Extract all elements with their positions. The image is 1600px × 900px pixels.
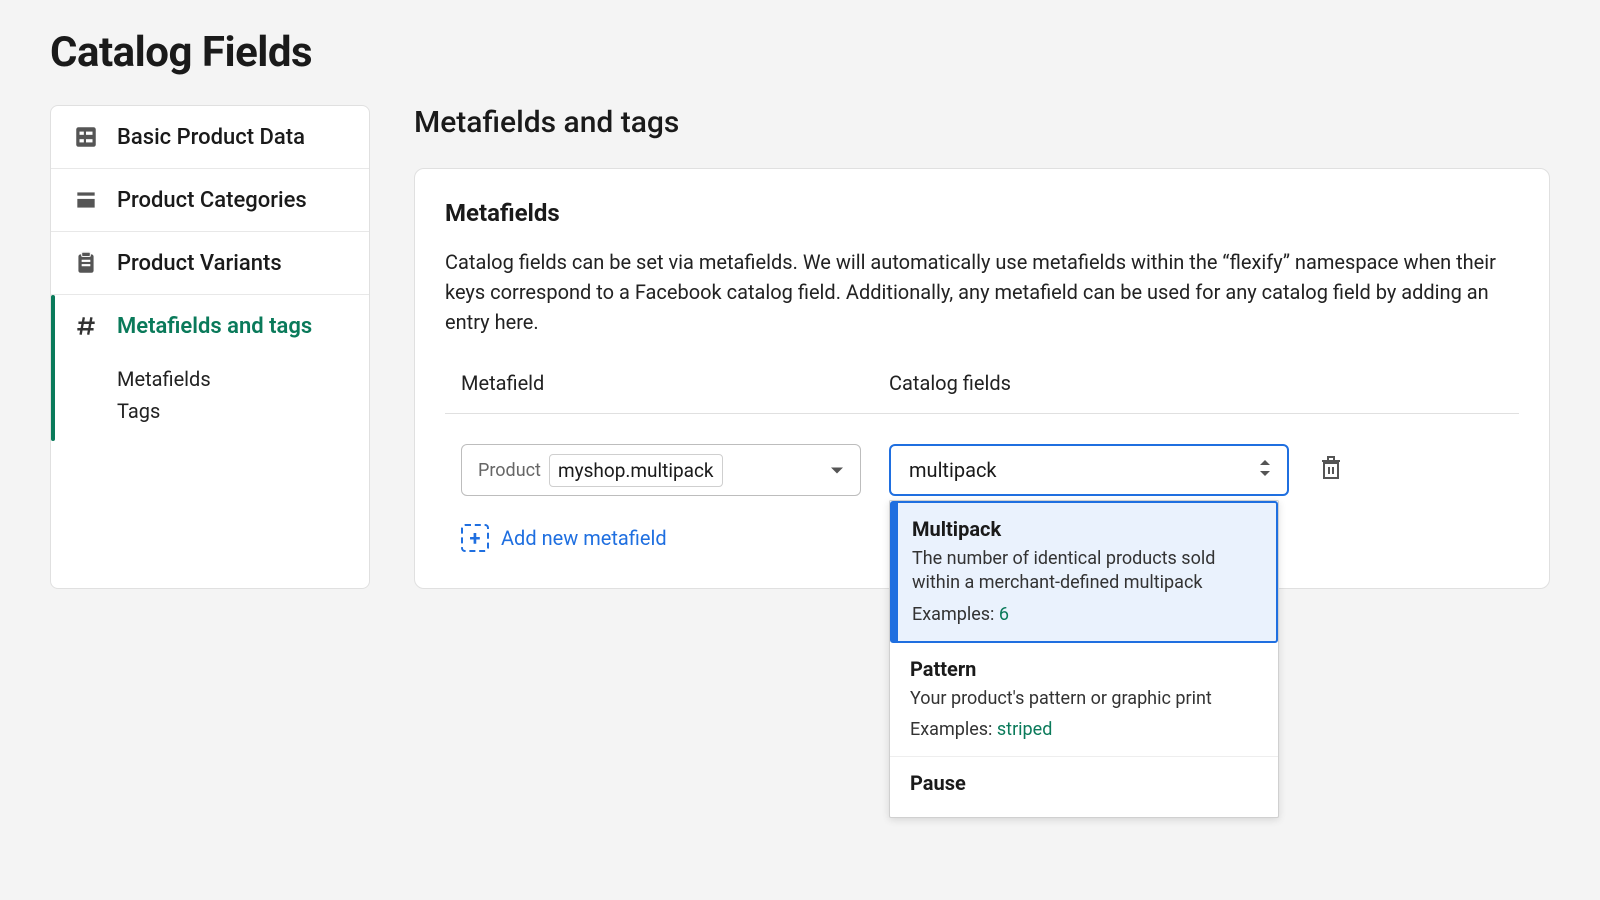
dropdown-item-title: Pattern bbox=[910, 657, 1258, 681]
dropdown-item-pause[interactable]: Pause bbox=[890, 757, 1278, 817]
main-content: Metafields and tags Metafields Catalog f… bbox=[414, 105, 1550, 589]
dropdown-item-title: Pause bbox=[910, 771, 1258, 795]
dropdown-item-title: Multipack bbox=[912, 517, 1256, 541]
metafields-card: Metafields Catalog fields can be set via… bbox=[414, 168, 1550, 589]
dropdown-item-example: Examples: 6 bbox=[912, 604, 1256, 625]
sidebar-item-label: Product Variants bbox=[117, 251, 282, 276]
card-description: Catalog fields can be set via metafields… bbox=[445, 247, 1519, 337]
clipboard-icon bbox=[73, 250, 99, 276]
catalog-field-dropdown: Multipack The number of identical produc… bbox=[889, 500, 1279, 818]
hash-icon bbox=[73, 313, 99, 339]
metafield-select[interactable]: Product myshop.multipack bbox=[461, 444, 861, 496]
card-title: Metafields bbox=[445, 199, 1519, 227]
metafield-key-chip: myshop.multipack bbox=[549, 454, 723, 487]
sidebar-item-basic-product-data[interactable]: Basic Product Data bbox=[51, 106, 369, 169]
table-row: Product myshop.multipack multipack bbox=[445, 414, 1519, 496]
sidebar-item-label: Metafields and tags bbox=[117, 314, 312, 339]
metafield-scope-label: Product bbox=[478, 460, 541, 481]
grid-icon bbox=[73, 124, 99, 150]
sidebar-item-product-categories[interactable]: Product Categories bbox=[51, 169, 369, 232]
column-header-catalog-fields: Catalog fields bbox=[889, 371, 1503, 395]
sidebar-item-label: Product Categories bbox=[117, 188, 307, 213]
sidebar-sublist: Metafields Tags bbox=[73, 367, 211, 423]
section-title: Metafields and tags bbox=[414, 105, 1550, 140]
sidebar-subitem-tags[interactable]: Tags bbox=[117, 399, 211, 423]
sidebar: Basic Product Data Product Categories Pr… bbox=[50, 105, 370, 589]
sidebar-subitem-metafields[interactable]: Metafields bbox=[117, 367, 211, 391]
sidebar-item-label: Basic Product Data bbox=[117, 125, 305, 150]
caret-down-icon bbox=[830, 461, 844, 480]
sidebar-item-metafields-tags[interactable]: Metafields and tags Metafields Tags bbox=[51, 295, 369, 441]
column-header-metafield: Metafield bbox=[461, 371, 861, 395]
add-metafield-button[interactable]: + Add new metafield bbox=[461, 524, 667, 552]
catalog-field-select[interactable]: multipack bbox=[889, 444, 1289, 496]
trash-icon bbox=[1319, 455, 1343, 485]
sort-icon bbox=[1259, 458, 1271, 482]
table-header: Metafield Catalog fields bbox=[445, 371, 1519, 414]
delete-row-button[interactable] bbox=[1317, 456, 1345, 484]
dropdown-item-example: Examples: striped bbox=[910, 719, 1258, 740]
catalog-field-value: multipack bbox=[909, 458, 997, 482]
dropdown-item-pattern[interactable]: Pattern Your product's pattern or graphi… bbox=[890, 643, 1278, 757]
dropdown-item-desc: The number of identical products sold wi… bbox=[912, 547, 1256, 596]
page-title: Catalog Fields bbox=[50, 28, 1550, 77]
add-metafield-label: Add new metafield bbox=[501, 526, 667, 550]
dropdown-item-desc: Your product's pattern or graphic print bbox=[910, 687, 1258, 711]
plus-dashed-icon: + bbox=[461, 524, 489, 552]
dropdown-item-multipack[interactable]: Multipack The number of identical produc… bbox=[890, 501, 1278, 643]
sidebar-item-product-variants[interactable]: Product Variants bbox=[51, 232, 369, 295]
stack-icon bbox=[73, 187, 99, 213]
